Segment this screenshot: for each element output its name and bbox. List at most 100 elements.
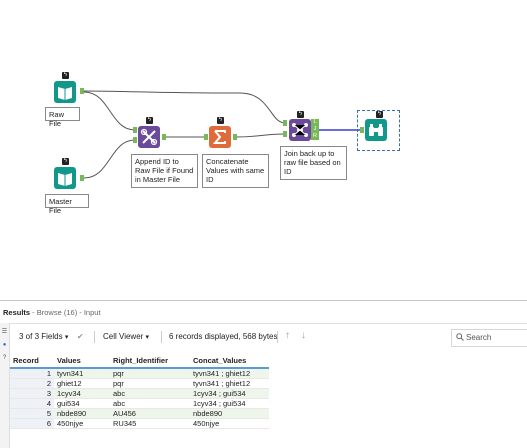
concat-values-cell[interactable]: 1cyv34 ; gui534 <box>190 388 269 399</box>
table-row[interactable]: 2 ghiet12 pqr tyvn341 ; ghiet12 <box>10 378 269 389</box>
results-toolbar: 3 of 3 Fields ▾ ✔ Cell Viewer ▾ 6 record… <box>10 327 527 349</box>
chevron-down-icon: ▾ <box>64 334 69 341</box>
column-header-record[interactable]: Record <box>10 353 54 369</box>
record-cell[interactable]: 3 <box>10 388 54 399</box>
record-cell[interactable]: 2 <box>10 378 54 389</box>
master-file-tool[interactable] <box>54 167 76 189</box>
checkmark-icon[interactable]: ✔ <box>77 332 84 341</box>
search-input[interactable]: Search <box>451 329 527 347</box>
toolbar-divider <box>277 331 278 343</box>
chevron-down-icon: ▾ <box>145 334 150 341</box>
join-tool[interactable] <box>289 119 311 141</box>
record-cell[interactable]: 4 <box>10 398 54 409</box>
table-row[interactable]: 5 nbde890 AU456 nbde890 <box>10 408 269 419</box>
join-output-j[interactable]: J <box>311 126 319 133</box>
book-input-icon <box>58 87 72 100</box>
search-placeholder: Search <box>466 333 492 342</box>
output-anchor[interactable] <box>80 88 84 94</box>
concat-tool-label: Concatenate Values with same ID <box>202 154 269 188</box>
fields-selector[interactable]: 3 of 3 Fields ▾ <box>19 332 68 341</box>
results-title-row: Results - Browse (16) - Input <box>3 308 101 317</box>
results-panel: Results - Browse (16) - Input ☰ ● ? 3 of… <box>0 300 527 448</box>
results-table: Record Values Right_Identifier Concat_Va… <box>10 353 269 429</box>
results-sidebar: ☰ ● ? <box>0 323 10 448</box>
raw-file-label: Raw File <box>45 107 80 128</box>
table-row[interactable]: 1 tyvn341 pqr tyvn341 ; ghiet12 <box>10 368 269 379</box>
right-identifier-cell[interactable]: pqr <box>110 368 190 379</box>
cell-viewer-label: Cell Viewer <box>103 332 144 341</box>
values-cell[interactable]: tyvn341 <box>54 368 110 379</box>
connection-wires <box>83 90 360 179</box>
search-icon <box>456 333 464 341</box>
fields-count: 3 of 3 Fields <box>19 332 63 341</box>
summarize-sigma-icon <box>212 130 226 144</box>
append-tool-label: Append ID to Raw File if Found in Master… <box>131 154 198 188</box>
raw-file-tool[interactable] <box>54 81 76 103</box>
join-output-anchors[interactable]: L J R <box>311 119 319 141</box>
output-anchor[interactable] <box>233 134 237 140</box>
record-cell[interactable]: 5 <box>10 408 54 419</box>
column-header-values[interactable]: Values <box>54 353 110 369</box>
record-cell[interactable]: 1 <box>10 368 54 379</box>
browse-tool[interactable] <box>365 119 387 141</box>
values-cell[interactable]: nbde890 <box>54 408 110 419</box>
run-indicator-icon: ϟ <box>376 111 383 118</box>
join-icon <box>292 123 308 137</box>
values-cell[interactable]: ghiet12 <box>54 378 110 389</box>
toolbar-divider <box>94 331 95 343</box>
results-subtitle: - Browse (16) - Input <box>30 308 101 317</box>
results-title: Results <box>3 308 31 317</box>
run-indicator-icon: ϟ <box>62 158 69 165</box>
help-icon[interactable]: ? <box>1 355 8 362</box>
table-row[interactable]: 6 450njye RU345 450njye <box>10 418 269 429</box>
summarize-tool[interactable] <box>209 126 231 148</box>
right-identifier-cell[interactable]: pqr <box>110 378 190 389</box>
concat-values-cell[interactable]: nbde890 <box>190 408 269 419</box>
binoculars-icon[interactable]: ● <box>1 342 8 349</box>
values-cell[interactable]: 1cyv34 <box>54 388 110 399</box>
column-header-concat-values[interactable]: Concat_Values <box>190 353 269 369</box>
table-header-row: Record Values Right_Identifier Concat_Va… <box>10 353 269 369</box>
join-output-l[interactable]: L <box>311 119 319 126</box>
concat-values-cell[interactable]: tyvn341 ; ghiet12 <box>190 378 269 389</box>
output-anchor[interactable] <box>162 134 166 140</box>
join-input-left[interactable] <box>283 120 287 126</box>
arrow-down-icon[interactable]: ↓ <box>301 330 306 341</box>
output-anchor[interactable] <box>80 175 84 181</box>
right-identifier-cell[interactable]: abc <box>110 388 190 399</box>
append-fields-icon <box>140 128 158 146</box>
input-anchor[interactable] <box>204 134 208 140</box>
concat-values-cell[interactable]: tyvn341 ; ghiet12 <box>190 368 269 379</box>
right-identifier-cell[interactable]: RU345 <box>110 418 190 429</box>
concat-values-cell[interactable]: 1cyv34 ; gui534 <box>190 398 269 409</box>
run-indicator-icon: ϟ <box>297 111 304 118</box>
values-cell[interactable]: 450njye <box>54 418 110 429</box>
run-indicator-icon: ϟ <box>62 72 69 79</box>
run-indicator-icon: ϟ <box>217 117 224 124</box>
binoculars-browse-icon <box>369 124 383 136</box>
list-view-icon[interactable]: ☰ <box>1 329 8 336</box>
input-anchor-source[interactable] <box>133 137 137 143</box>
cell-viewer-dropdown[interactable]: Cell Viewer ▾ <box>103 332 149 341</box>
join-input-right[interactable] <box>283 131 287 137</box>
append-fields-tool[interactable] <box>138 126 160 148</box>
input-anchor-target[interactable] <box>133 127 137 133</box>
concat-values-cell[interactable]: 450njye <box>190 418 269 429</box>
record-cell[interactable]: 6 <box>10 418 54 429</box>
input-anchor[interactable] <box>360 127 364 133</box>
right-identifier-cell[interactable]: abc <box>110 398 190 409</box>
join-tool-label: Join back up to raw file based on ID <box>280 146 347 180</box>
column-header-right-identifier[interactable]: Right_Identifier <box>110 353 190 369</box>
records-summary: 6 records displayed, 568 bytes <box>169 332 278 341</box>
table-row[interactable]: 3 1cyv34 abc 1cyv34 ; gui534 <box>10 388 269 399</box>
book-input-icon <box>58 173 72 186</box>
table-row[interactable]: 4 gui534 abc 1cyv34 ; gui534 <box>10 398 269 409</box>
master-file-label: Master File <box>45 194 89 215</box>
values-cell[interactable]: gui534 <box>54 398 110 409</box>
arrow-up-icon[interactable]: ↑ <box>285 330 290 341</box>
join-output-r[interactable]: R <box>311 133 319 140</box>
workflow-canvas[interactable]: ϟ Raw File ϟ Master File ϟ Append ID to … <box>0 0 527 300</box>
right-identifier-cell[interactable]: AU456 <box>110 408 190 419</box>
toolbar-divider <box>161 331 162 343</box>
run-indicator-icon: ϟ <box>146 117 153 124</box>
